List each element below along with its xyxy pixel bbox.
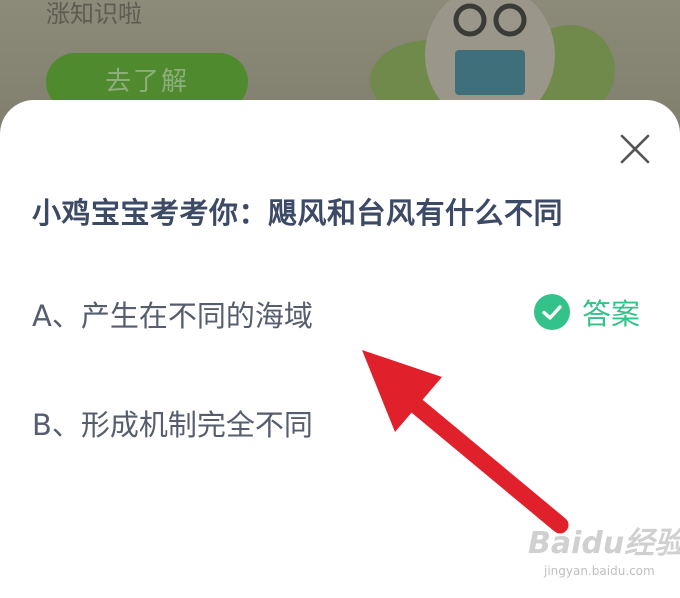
close-icon[interactable] [614,128,654,168]
watermark-logo: Baidu经验 [528,526,680,561]
answer-badge: 答案 [534,293,640,331]
screen: 涨知识啦 去了解 小鸡宝宝考考你：飓风和台风有什么不同 A、产生在不同的海域 答… [0,0,680,598]
option-b[interactable]: B、形成机制完全不同 [32,402,313,444]
answer-label: 答案 [582,297,641,331]
option-a[interactable]: A、产生在不同的海域 [32,293,313,335]
banner-text: 涨知识啦 [46,0,142,28]
quiz-question: 小鸡宝宝考考你：飓风和台风有什么不同 [32,196,564,230]
watermark-url: jingyan.baidu.com [544,564,655,578]
baidu-watermark: Baidu经验 jingyan.baidu.com [528,518,680,588]
check-circle-icon [534,294,570,330]
